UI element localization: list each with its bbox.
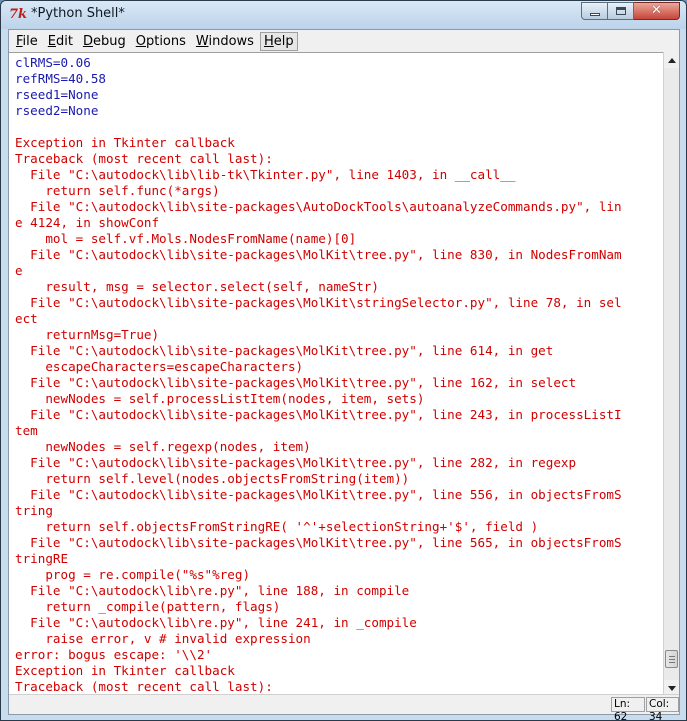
menu-debug[interactable]: Debug (79, 32, 130, 51)
grip-line (669, 656, 675, 658)
shell-line: tem (15, 423, 38, 438)
shell-line: Exception in Tkinter callback (15, 663, 235, 678)
shell-line: File "C:\autodock\lib\re.py", line 188, … (15, 583, 410, 598)
title-bar[interactable]: 7k *Python Shell* ✕ (1, 1, 686, 29)
shell-line: Traceback (most recent call last): (15, 151, 273, 166)
scrollbar-thumb[interactable] (665, 650, 678, 669)
shell-line: File "C:\autodock\lib\site-packages\MolK… (15, 375, 577, 390)
shell-line: newNodes = self.processListItem(nodes, i… (15, 391, 425, 406)
tk-feather-icon[interactable]: 7k (9, 7, 27, 23)
shell-line: File "C:\autodock\lib\site-packages\MolK… (15, 407, 622, 422)
grip-line (669, 662, 675, 664)
shell-line: return self.level(nodes.objectsFromStrin… (15, 471, 410, 486)
menu-windows[interactable]: Windows (192, 32, 258, 51)
shell-line: prog = re.compile("%s"%reg) (15, 567, 251, 582)
python-shell-window: 7k *Python Shell* ✕ File Edit Debug Opti… (0, 0, 687, 721)
scroll-up-button[interactable] (664, 52, 679, 68)
shell-line: newNodes = self.regexp(nodes, item) (15, 439, 311, 454)
shell-lines: clRMS=0.06 refRMS=40.58 rseed1=None rseed2=… (15, 55, 622, 695)
shell-line: mol = self.vf.Mols.NodesFromName(name)[0… (15, 231, 357, 246)
shell-line: clRMS=0.06 (15, 55, 91, 70)
shell-line: File "C:\autodock\lib\lib-tk\Tkinter.py"… (15, 167, 516, 182)
shell-line: File "C:\autodock\lib\site-packages\MolK… (15, 455, 577, 470)
menu-bar: File Edit Debug Options Windows Help (9, 30, 679, 52)
shell-line: rseed2=None (15, 103, 99, 118)
close-icon: ✕ (651, 3, 662, 18)
menu-file[interactable]: File (12, 32, 42, 51)
shell-line: File "C:\autodock\lib\site-packages\MolK… (15, 247, 622, 262)
status-line-number: Ln: 62 (611, 697, 645, 720)
shell-line: ect (15, 311, 38, 326)
shell-line: return self.objectsFromStringRE( '^'+sel… (15, 519, 539, 534)
menu-options[interactable]: Options (132, 32, 190, 51)
shell-output-text[interactable]: clRMS=0.06 refRMS=40.58 rseed1=None rseed2=… (9, 52, 663, 696)
shell-line: tringRE (15, 551, 69, 566)
shell-line: return _compile(pattern, flags) (15, 599, 281, 614)
shell-line: rseed1=None (15, 87, 99, 102)
status-column-number: Col: 34 (646, 697, 679, 720)
window-title: *Python Shell* (31, 6, 125, 21)
shell-line (15, 119, 622, 135)
arrow-down-icon (667, 685, 676, 691)
close-button[interactable]: ✕ (634, 2, 680, 20)
minimize-button[interactable] (581, 2, 608, 20)
shell-line: refRMS=40.58 (15, 71, 106, 86)
shell-line: File "C:\autodock\lib\re.py", line 241, … (15, 615, 417, 630)
shell-line: e (15, 263, 23, 278)
shell-line: escapeCharacters=escapeCharacters) (15, 359, 304, 374)
shell-line: returnMsg=True) (15, 327, 160, 342)
shell-line: return self.func(*args) (15, 183, 220, 198)
shell-line: File "C:\autodock\lib\site-packages\MolK… (15, 343, 554, 358)
shell-line: error: bogus escape: '\\2' (15, 647, 213, 662)
shell-line: File "C:\autodock\lib\site-packages\Auto… (15, 199, 622, 214)
shell-client-area: File Edit Debug Options Windows Help clR… (8, 29, 680, 720)
maximize-icon (615, 7, 626, 15)
shell-line: File "C:\autodock\lib\site-packages\MolK… (15, 487, 622, 502)
menu-edit[interactable]: Edit (44, 32, 77, 51)
status-bar: Ln: 62 Col: 34 (9, 694, 679, 720)
shell-line: result, msg = selector.select(self, name… (15, 279, 379, 294)
minimize-icon (589, 12, 600, 16)
window-controls: ✕ (581, 2, 680, 20)
shell-line: e 4124, in showConf (15, 215, 160, 230)
shell-line: Traceback (most recent call last): (15, 679, 273, 694)
shell-line: Exception in Tkinter callback (15, 135, 235, 150)
shell-line: tring (15, 503, 53, 518)
grip-line (669, 659, 675, 661)
arrow-up-icon (667, 57, 676, 63)
shell-line: raise error, v # invalid expression (15, 631, 311, 646)
vertical-scrollbar[interactable] (663, 52, 679, 696)
menu-help[interactable]: Help (259, 31, 298, 51)
maximize-button[interactable] (608, 2, 634, 20)
shell-line: File "C:\autodock\lib\site-packages\MolK… (15, 535, 622, 550)
shell-line: File "C:\autodock\lib\site-packages\MolK… (15, 295, 622, 310)
